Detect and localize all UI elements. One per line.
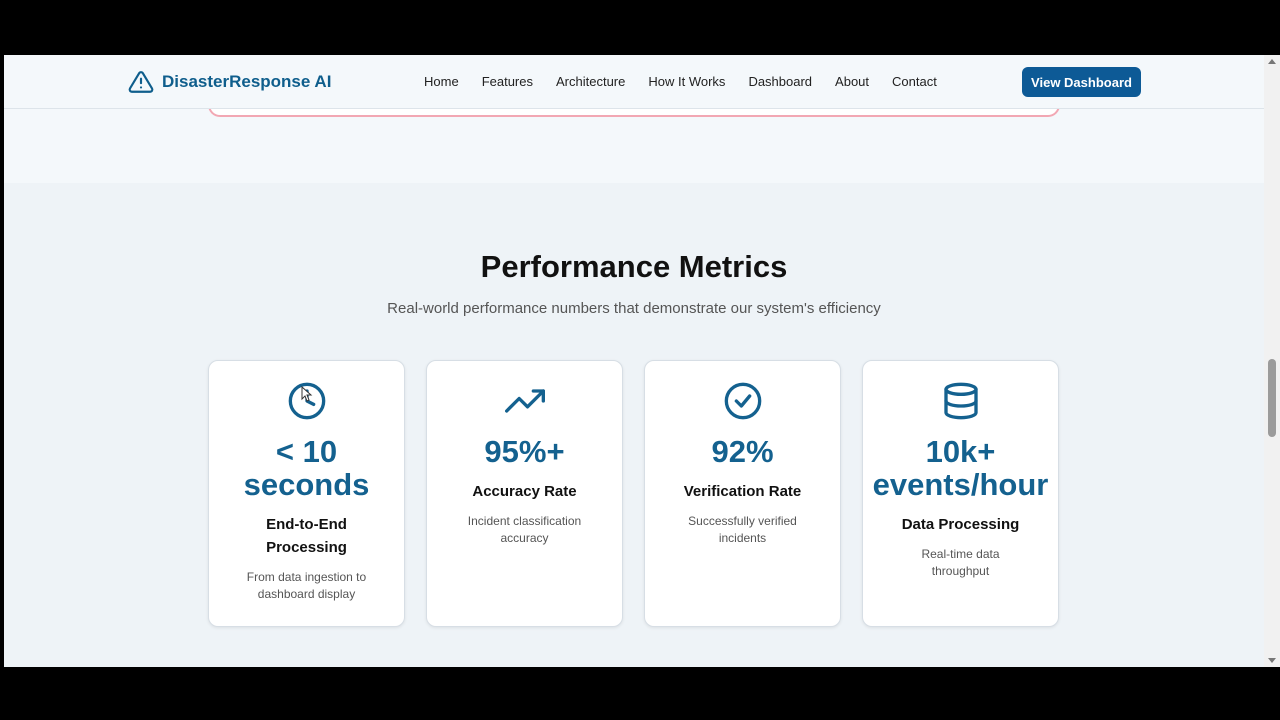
metric-value: 10k+ events/hour — [872, 434, 1049, 502]
metric-description: From data ingestion to dashboard display — [246, 570, 367, 601]
brand-name: DisasterResponse AI — [162, 72, 332, 91]
scrollbar-thumb[interactable] — [1268, 359, 1276, 437]
metric-value: 95%+ — [484, 434, 565, 469]
alert-triangle-icon — [128, 71, 154, 93]
nav-link-dashboard[interactable]: Dashboard — [748, 74, 812, 89]
top-navbar: DisasterResponse AI Home Features Archit… — [4, 55, 1264, 109]
metric-card-data-processing: 10k+ events/hour Data Processing Real-ti… — [862, 360, 1059, 627]
trending-up-icon — [504, 389, 545, 413]
nav-link-about[interactable]: About — [835, 74, 869, 89]
scroll-up-icon[interactable] — [1268, 59, 1276, 64]
metric-description: Real-time data throughput — [921, 547, 1000, 578]
section-title: Performance Metrics — [480, 249, 788, 284]
metric-card-accuracy: 95%+ Accuracy Rate Incident classificati… — [426, 360, 623, 627]
scroll-down-icon[interactable] — [1268, 658, 1276, 663]
metric-description: Incident classification accuracy — [467, 514, 582, 545]
metric-value: < 10 seconds — [243, 434, 370, 502]
previous-section — [4, 89, 1264, 183]
metric-label: End-to-End Processing — [266, 516, 347, 556]
nav-link-features[interactable]: Features — [482, 74, 533, 89]
metric-description: Successfully verified incidents — [688, 514, 797, 545]
browser-viewport: DisasterResponse AI Home Features Archit… — [4, 55, 1264, 667]
metric-value: 92% — [711, 434, 774, 469]
nav-link-contact[interactable]: Contact — [892, 74, 937, 89]
metric-card-verification: 92% Verification Rate Successfully verif… — [644, 360, 841, 627]
nav-links: Home Features Architecture How It Works … — [424, 74, 937, 89]
database-icon — [943, 382, 978, 420]
mouse-cursor-icon — [301, 386, 313, 402]
metric-label: Accuracy Rate — [472, 483, 577, 500]
nav-link-how-it-works[interactable]: How It Works — [648, 74, 725, 89]
section-subtitle: Real-world performance numbers that demo… — [387, 300, 881, 317]
vertical-scrollbar[interactable] — [1264, 55, 1280, 667]
metric-label: Data Processing — [901, 516, 1020, 533]
performance-metrics-section: Performance Metrics Real-world performan… — [4, 183, 1264, 667]
nav-link-home[interactable]: Home — [424, 74, 459, 89]
brand[interactable]: DisasterResponse AI — [128, 69, 331, 95]
view-dashboard-button[interactable]: View Dashboard — [1022, 67, 1141, 97]
nav-link-architecture[interactable]: Architecture — [556, 74, 625, 89]
check-circle-icon — [724, 382, 761, 420]
metric-label: Verification Rate — [683, 483, 802, 500]
